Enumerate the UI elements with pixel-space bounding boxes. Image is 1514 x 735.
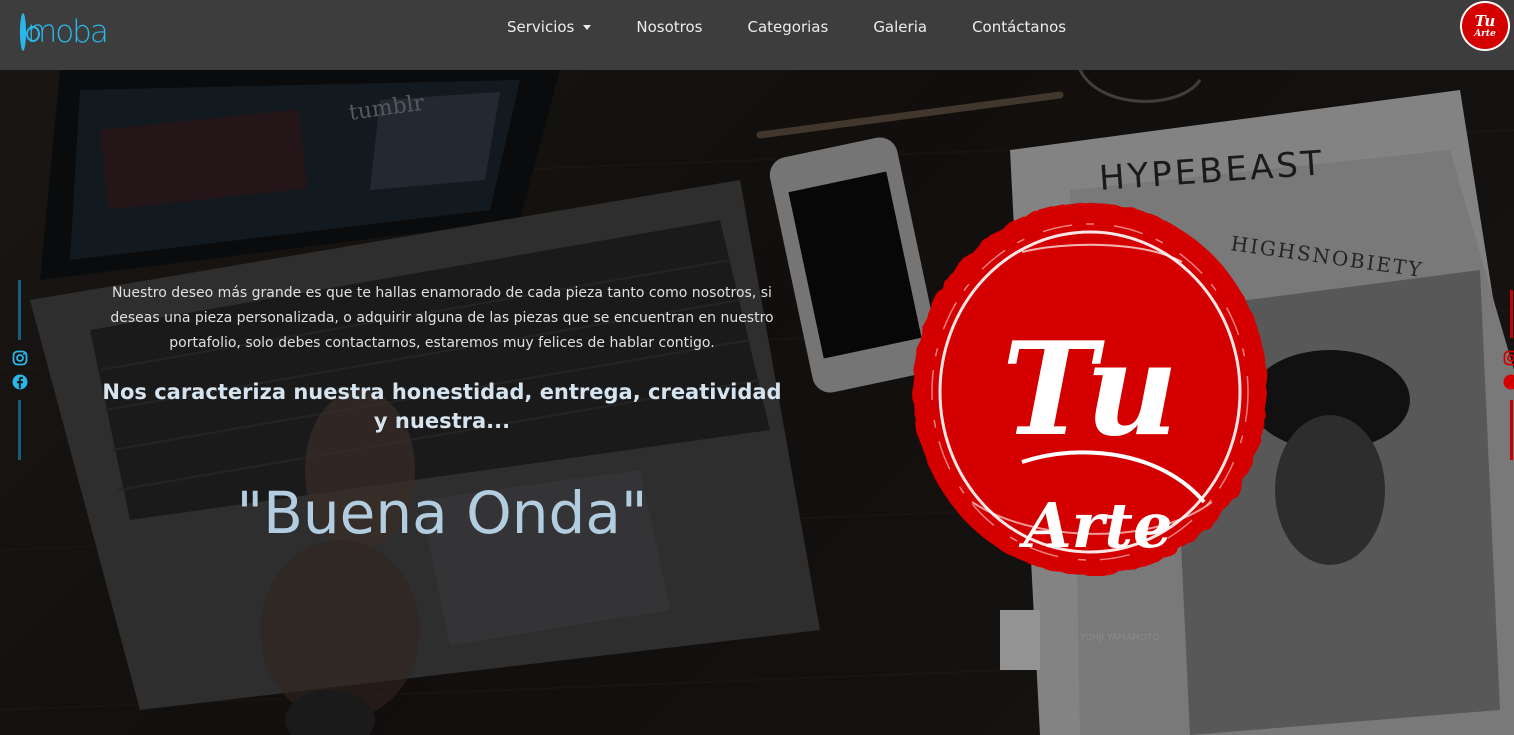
badge-line-1: Tu	[1474, 11, 1496, 30]
logo-text-tu: Tu	[1002, 315, 1179, 465]
social-rail-line	[1510, 290, 1513, 338]
nav-link-servicios[interactable]: Servicios	[507, 18, 592, 36]
social-rail-left	[10, 280, 30, 460]
nav-links: Servicios Nosotros Categorias Galeria Co…	[507, 0, 1066, 54]
navbar: moba Servicios Nosotros Categorias Galer…	[0, 0, 1514, 70]
nav-link-nosotros[interactable]: Nosotros	[636, 18, 702, 36]
social-rail-line	[18, 400, 21, 460]
social-rail-right	[1501, 290, 1514, 460]
social-rail-line	[1510, 400, 1513, 460]
tu-arte-logo: Tu Arte	[913, 203, 1267, 575]
brand-logo[interactable]: moba	[20, 4, 109, 60]
tu-arte-badge-logo[interactable]: Tu Arte	[1460, 1, 1510, 51]
nav-link-label: Servicios	[507, 18, 575, 36]
instagram-icon[interactable]	[12, 350, 28, 366]
logo-text-arte: Arte	[1019, 489, 1173, 562]
hero-motto: "Buena Onda"	[236, 479, 648, 547]
nav-link-galeria[interactable]: Galeria	[873, 18, 927, 36]
nav-link-label: Nosotros	[636, 18, 703, 36]
badge-line-2: Arte	[1474, 28, 1496, 39]
brand-ring-icon	[20, 13, 40, 51]
hero-tagline: Nos caracteriza nuestra honestidad, entr…	[102, 380, 782, 433]
nav-link-contactanos[interactable]: Contáctanos	[972, 18, 1066, 36]
instagram-icon[interactable]	[1503, 350, 1514, 366]
facebook-icon[interactable]	[12, 374, 28, 390]
nav-link-label: Contáctanos	[972, 18, 1067, 36]
hero-section: tumblr HYPEBEAST HIGHSNOBIETY YOHJI YAMA…	[0, 70, 1514, 735]
nav-link-categorias[interactable]: Categorias	[747, 18, 828, 36]
hero-intro-text: Nuestro deseo más grande es que te halla…	[110, 285, 774, 351]
social-rail-line	[18, 280, 21, 340]
caret-down-icon	[583, 24, 592, 30]
nav-link-label: Categorias	[747, 18, 829, 36]
nav-link-label: Galeria	[873, 18, 928, 36]
facebook-icon[interactable]	[1503, 374, 1514, 390]
